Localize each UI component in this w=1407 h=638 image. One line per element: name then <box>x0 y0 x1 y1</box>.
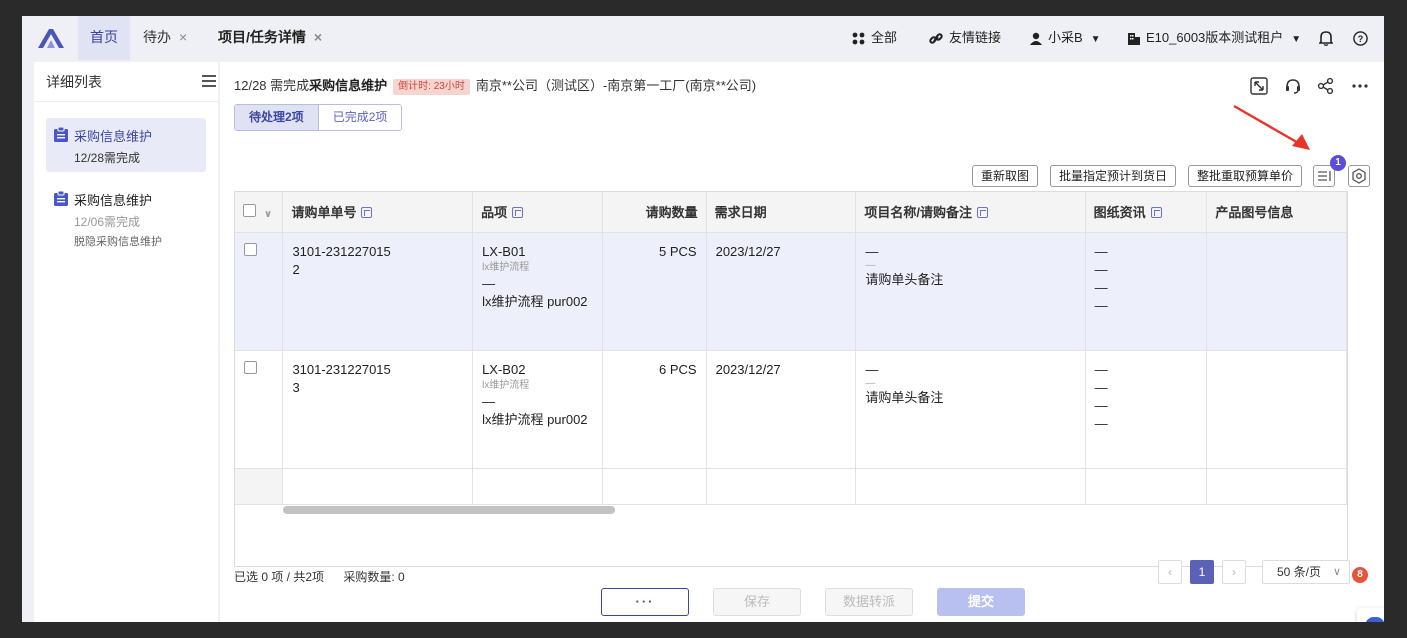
tab-home[interactable]: 首页 <box>78 16 130 60</box>
column-list-icon <box>1318 171 1331 181</box>
sidebar-task-item[interactable]: 采购信息维护 12/06需完成 脱隐采购信息维护 <box>46 182 206 252</box>
headset-icon[interactable] <box>1283 76 1303 96</box>
column-header[interactable]: 需求日期 <box>706 192 857 233</box>
clipboard-icon <box>54 191 68 206</box>
tab-project-detail[interactable]: 项目/任务详情 × <box>218 16 322 60</box>
bell-icon[interactable] <box>1319 30 1333 46</box>
gear-icon <box>1352 168 1366 184</box>
save-button[interactable]: 保存 <box>713 588 801 616</box>
chat-badge: 8 <box>1352 567 1368 583</box>
notification-badge: 1 <box>1330 155 1346 171</box>
column-header[interactable]: 产品图号信息 <box>1206 192 1347 233</box>
column-header[interactable]: 图纸资讯 <box>1085 192 1208 233</box>
purchase-table: ∨ 请购单单号 品项 请购数量 需求日期 项目名称/请购备注 图纸资讯 产品图号… <box>234 191 1348 567</box>
prev-page-button[interactable]: ‹ <box>1158 560 1182 584</box>
countdown-badge: 倒计时: 23小时 <box>393 79 470 95</box>
column-header[interactable]: 请购单单号 <box>282 192 474 233</box>
all-apps-button[interactable]: 全部 <box>852 16 897 60</box>
more-actions-button[interactable]: ··· <box>601 588 689 616</box>
close-icon[interactable]: × <box>179 29 187 45</box>
chat-widget[interactable] <box>1357 608 1384 622</box>
user-menu[interactable]: 小采B ▼ <box>1030 16 1101 60</box>
share-icon[interactable] <box>1316 76 1336 96</box>
tab-pending[interactable]: 待处理2项 <box>235 105 318 130</box>
menu-icon[interactable] <box>202 75 216 87</box>
chat-icon <box>1365 617 1384 622</box>
main-panel: 12/28 需完成采购信息维护 倒计时: 23小时 南京**公司（测试区）-南京第一… <box>220 62 1384 622</box>
page-title: 12/28 需完成采购信息维护 倒计时: 23小时 南京**公司（测试区）-南京第一… <box>234 78 757 95</box>
table-row[interactable]: 3101-231227015 3 LX-B02 lx维护流程 — lx维护流程 pur0… <box>235 350 1347 469</box>
select-all-checkbox[interactable] <box>243 203 256 217</box>
chevron-down-icon: ∨ <box>1332 566 1341 578</box>
detail-list-sidebar: 详细列表 采购信息维护 12/28需完成 采购信息维护 12/06需完成 脱隐采… <box>34 62 218 622</box>
grid-icon <box>852 32 865 45</box>
svg-text:?: ? <box>1358 34 1364 44</box>
batch-refetch-budget-price-button[interactable]: 整批重取预算单价 <box>1188 165 1303 187</box>
tenant-selector[interactable]: E10_6003版本测试租户 ▼ <box>1128 16 1301 60</box>
annotation-arrow <box>1233 104 1310 150</box>
select-all-header[interactable]: ∨ <box>235 192 284 233</box>
table-header-row: ∨ 请购单单号 品项 请购数量 需求日期 项目名称/请购备注 图纸资讯 产品图号… <box>235 192 1347 233</box>
selection-summary: 已选 0 项 / 共2项 采购数量: 0 <box>234 570 405 584</box>
batch-set-arrival-date-button[interactable]: 批量指定预计到货日 <box>1050 165 1177 187</box>
horizontal-scrollbar[interactable] <box>283 506 615 514</box>
data-transfer-button[interactable]: 数据转派 <box>825 588 913 616</box>
next-page-button[interactable]: › <box>1222 560 1246 584</box>
data-table: ∨ 请购单单号 品项 请购数量 需求日期 项目名称/请购备注 图纸资讯 产品图号… <box>235 192 1347 505</box>
status-tabs: 待处理2项 已完成2项 <box>234 104 403 131</box>
row-checkbox[interactable] <box>244 360 257 374</box>
app-logo[interactable] <box>36 26 66 50</box>
help-icon[interactable]: ? <box>1353 31 1368 46</box>
sidebar-header: 详细列表 <box>34 62 218 102</box>
top-bar: 首页 待办 × 项目/任务详情 × 全部 友情链接 小采B ▼ E10_6003版本测… <box>22 16 1384 60</box>
table-summary-row <box>235 468 1347 505</box>
more-icon[interactable] <box>1350 76 1370 96</box>
column-header[interactable]: 请购数量 <box>602 192 707 233</box>
chevron-down-icon[interactable]: ∨ <box>264 209 272 220</box>
building-icon <box>1128 33 1140 46</box>
tab-todo[interactable]: 待办 × <box>143 16 187 60</box>
edit-column-icon <box>1150 207 1162 219</box>
fullscreen-icon[interactable] <box>1249 76 1269 96</box>
edit-column-icon <box>976 207 988 219</box>
page-number-button[interactable]: 1 <box>1190 560 1214 584</box>
link-icon <box>929 32 943 44</box>
caret-down-icon: ▼ <box>1090 34 1101 45</box>
submit-button[interactable]: 提交 <box>937 588 1025 616</box>
app-window: 首页 待办 × 项目/任务详情 × 全部 友情链接 小采B ▼ E10_6003版本测… <box>22 16 1384 622</box>
table-row[interactable]: 3101-231227015 2 LX-B01 lx维护流程 — lx维护流程 pur0… <box>235 232 1347 351</box>
header-actions <box>1239 76 1370 96</box>
tab-done[interactable]: 已完成2项 <box>317 105 402 130</box>
edit-column-icon <box>361 207 373 219</box>
table-settings-button[interactable] <box>1348 165 1370 187</box>
edit-column-icon <box>512 207 524 219</box>
column-header[interactable]: 品项 <box>472 192 603 233</box>
refetch-drawing-button[interactable]: 重新取图 <box>972 165 1039 187</box>
close-icon[interactable]: × <box>314 29 322 45</box>
user-icon <box>1030 32 1042 46</box>
page-size-select[interactable]: 50 条/页 ∨ <box>1262 560 1350 584</box>
clipboard-icon <box>54 127 68 142</box>
caret-down-icon: ▼ <box>1291 34 1302 45</box>
sidebar-task-item[interactable]: 采购信息维护 12/28需完成 <box>46 118 206 172</box>
friend-links-button[interactable]: 友情链接 <box>929 16 1001 60</box>
row-checkbox[interactable] <box>244 242 257 256</box>
column-header[interactable]: 项目名称/请购备注 <box>855 192 1086 233</box>
